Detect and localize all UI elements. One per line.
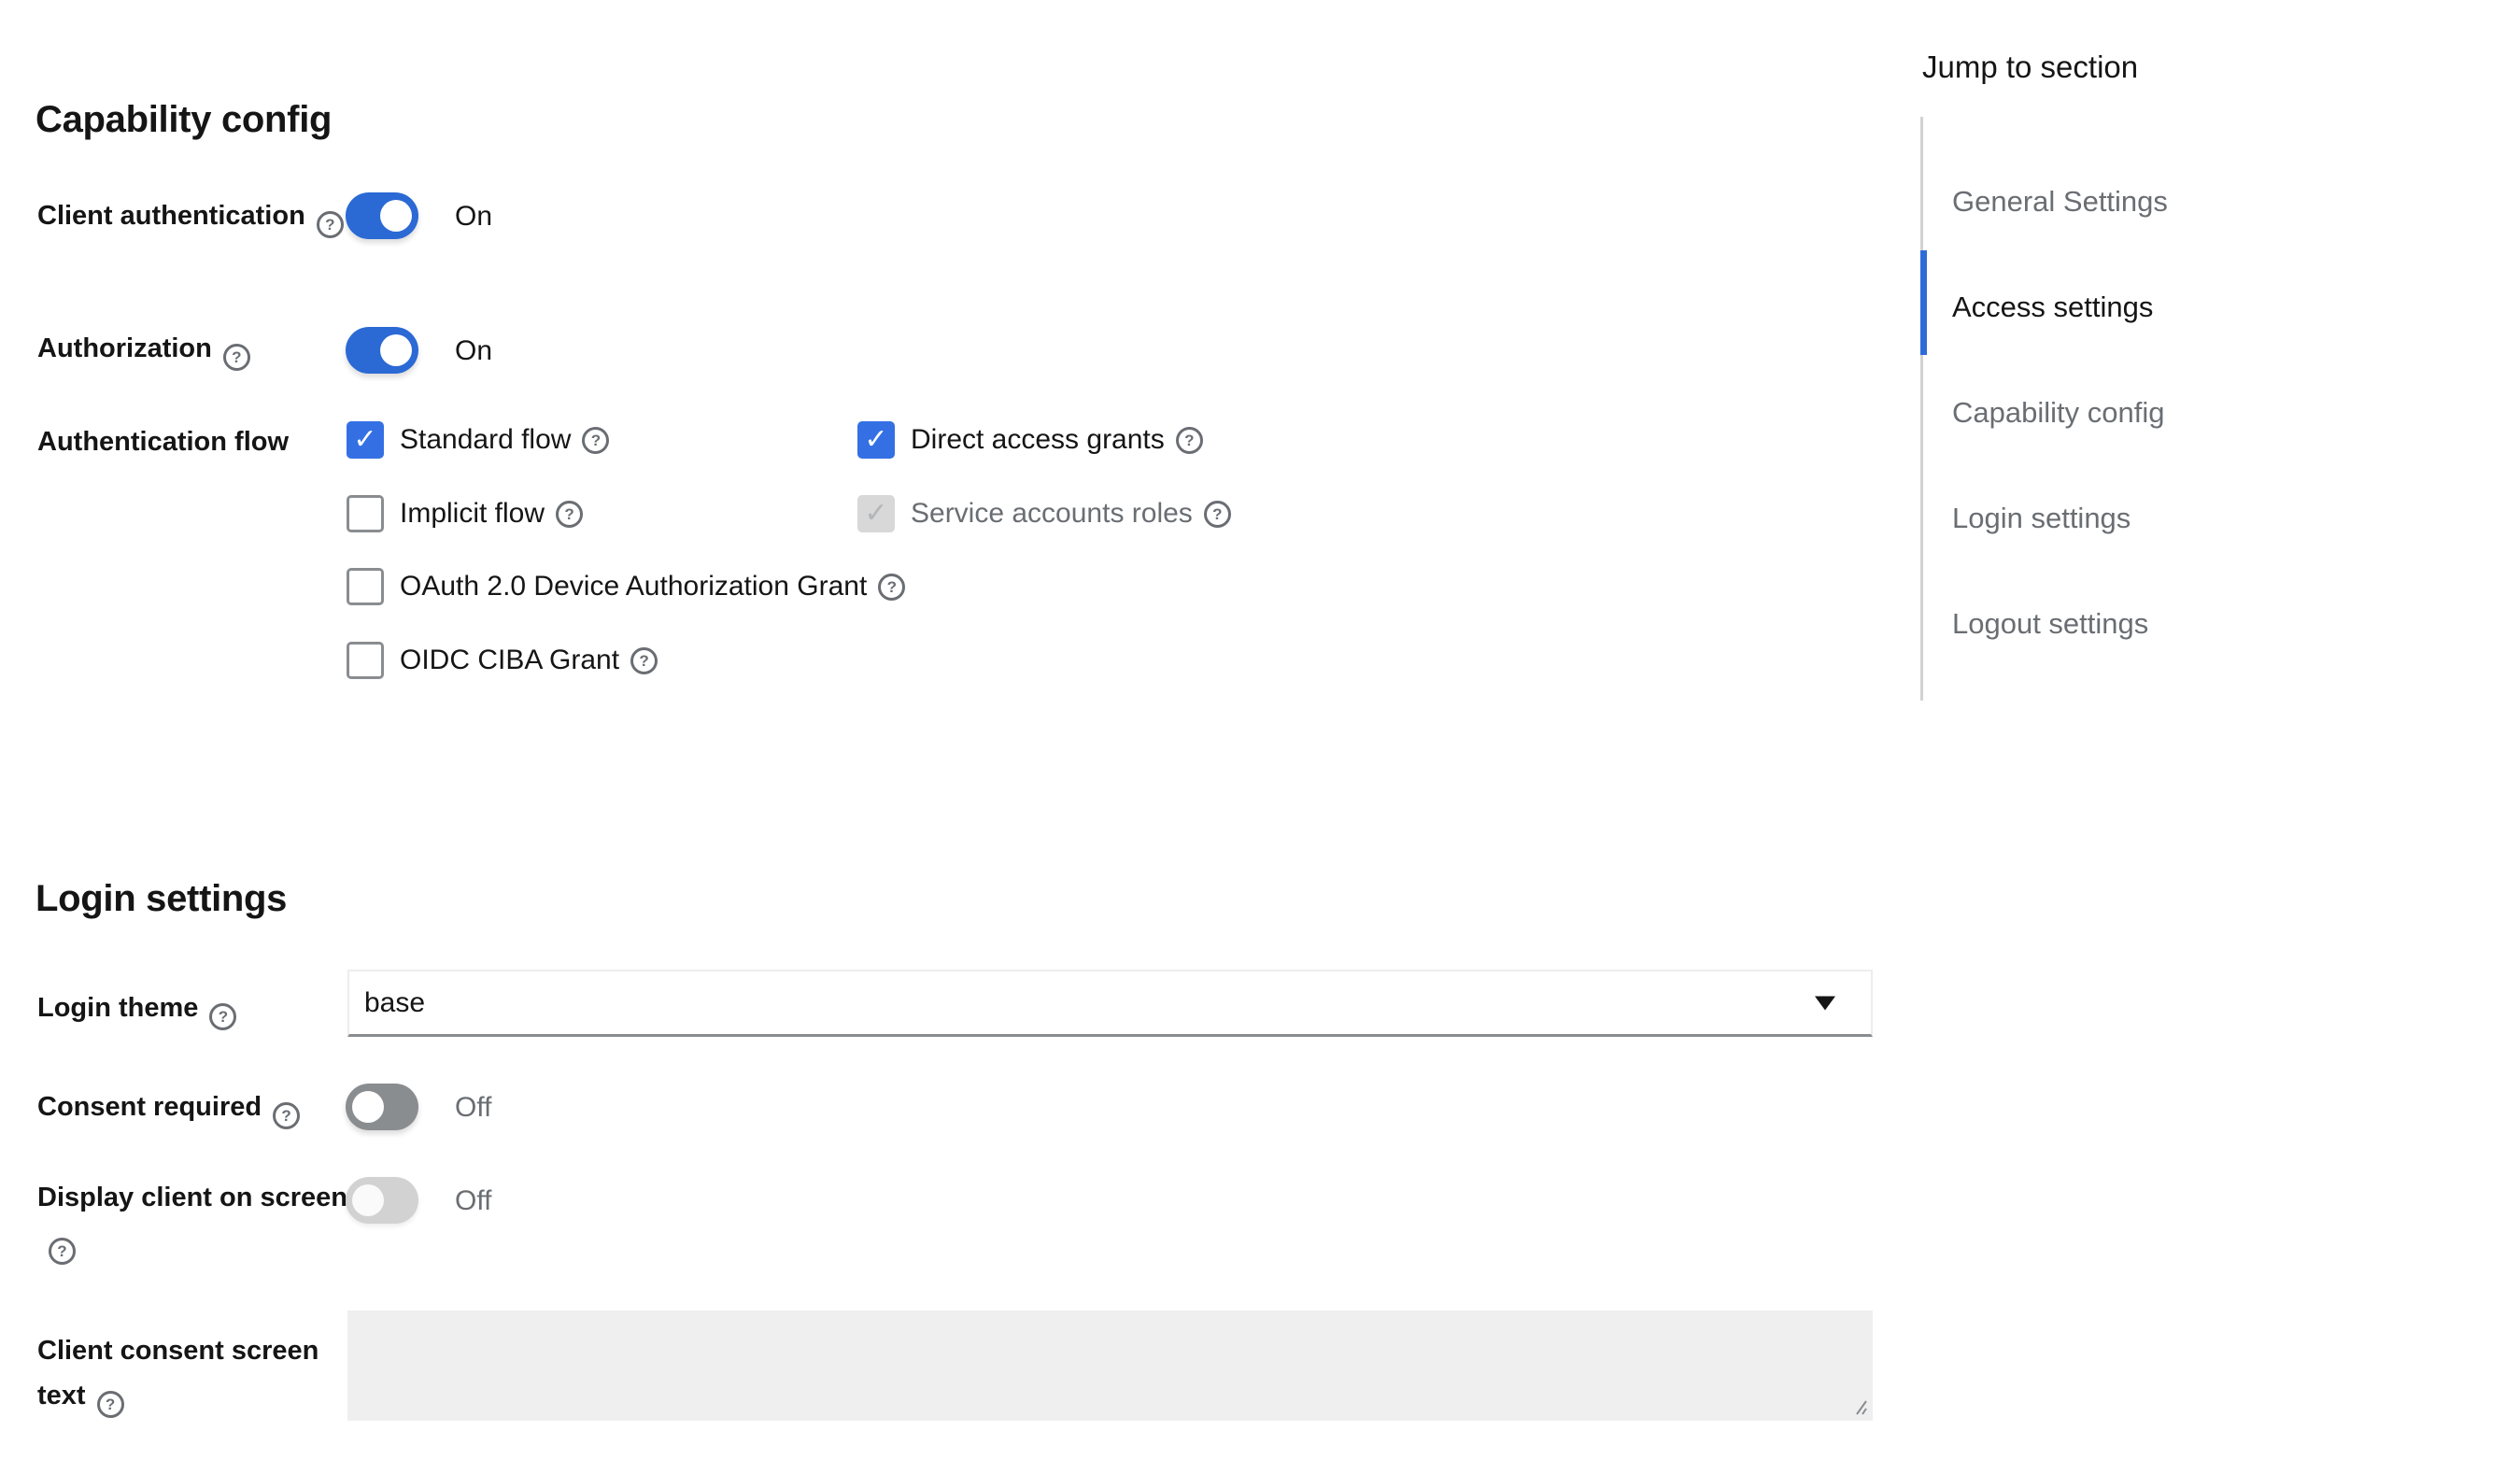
- sidebar-item-login-settings[interactable]: Login settings: [1952, 500, 2131, 537]
- standard-flow-checkbox[interactable]: [347, 421, 384, 459]
- consent-required-state: Off: [455, 1093, 491, 1123]
- checkbox-label[interactable]: OAuth 2.0 Device Authorization Grant: [400, 571, 867, 602]
- sidebar-item-general-settings[interactable]: General Settings: [1952, 183, 2168, 220]
- help-icon[interactable]: [223, 344, 250, 371]
- direct-access-grants-option: Direct access grants: [857, 421, 1203, 459]
- service-accounts-roles-checkbox: [857, 495, 895, 532]
- login-theme-selected-value: base: [364, 987, 425, 1019]
- service-accounts-roles-option: Service accounts roles: [857, 495, 1231, 532]
- resize-handle-icon: [1849, 1397, 1868, 1416]
- client-consent-screen-text-label: Client consent screen text: [37, 1328, 360, 1418]
- oauth-device-grant-checkbox[interactable]: [347, 568, 384, 605]
- client-authentication-label: Client authentication: [37, 194, 360, 238]
- standard-flow-option: Standard flow: [347, 421, 609, 459]
- help-icon[interactable]: [1204, 501, 1231, 528]
- oidc-ciba-grant-option: OIDC CIBA Grant: [347, 642, 658, 679]
- checkbox-label: Service accounts roles: [911, 498, 1193, 530]
- display-client-on-screen-label: Display client on screen: [37, 1175, 360, 1265]
- sidebar-rule: [1920, 117, 1923, 701]
- toggle-knob: [380, 334, 412, 366]
- help-icon[interactable]: [273, 1102, 300, 1129]
- help-icon[interactable]: [630, 647, 658, 674]
- consent-required-label: Consent required: [37, 1085, 360, 1129]
- toggle-knob: [352, 1184, 384, 1216]
- sidebar-item-capability-config[interactable]: Capability config: [1952, 394, 2164, 432]
- client-consent-screen-textarea: [347, 1311, 1873, 1421]
- client-authentication-state: On: [455, 202, 492, 232]
- help-icon[interactable]: [878, 574, 905, 601]
- authorization-label: Authorization: [37, 327, 360, 371]
- authentication-flow-label: Authentication flow: [37, 420, 360, 463]
- checkbox-label[interactable]: OIDC CIBA Grant: [400, 645, 619, 676]
- implicit-flow-option: Implicit flow: [347, 495, 583, 532]
- toggle-knob: [352, 1091, 384, 1123]
- direct-access-grants-checkbox[interactable]: [857, 421, 895, 459]
- display-client-on-screen-toggle: [346, 1177, 418, 1224]
- checkbox-label[interactable]: Direct access grants: [911, 424, 1165, 456]
- authorization-state: On: [455, 336, 492, 366]
- implicit-flow-checkbox[interactable]: [347, 495, 384, 532]
- help-icon[interactable]: [317, 211, 344, 238]
- consent-required-toggle[interactable]: [346, 1084, 418, 1130]
- login-theme-label: Login theme: [37, 986, 360, 1030]
- sidebar-item-access-settings[interactable]: Access settings: [1952, 289, 2153, 326]
- oauth-device-grant-option: OAuth 2.0 Device Authorization Grant: [347, 568, 905, 605]
- help-icon[interactable]: [209, 1003, 236, 1030]
- help-icon[interactable]: [1176, 427, 1203, 454]
- client-settings-page: Capability config Client authentication …: [0, 0, 2520, 1474]
- help-icon[interactable]: [582, 427, 609, 454]
- help-icon[interactable]: [49, 1238, 76, 1265]
- toggle-knob: [380, 200, 412, 232]
- checkbox-label[interactable]: Implicit flow: [400, 498, 545, 530]
- oidc-ciba-grant-checkbox[interactable]: [347, 642, 384, 679]
- authorization-toggle[interactable]: [346, 327, 418, 374]
- capability-config-section-title: Capability config: [35, 97, 332, 142]
- checkbox-label[interactable]: Standard flow: [400, 424, 571, 456]
- client-authentication-toggle[interactable]: [346, 192, 418, 239]
- jump-to-section-title: Jump to section: [1922, 49, 2138, 86]
- help-icon[interactable]: [97, 1391, 124, 1418]
- chevron-down-icon: [1815, 996, 1835, 1010]
- active-section-indicator: [1920, 250, 1927, 355]
- help-icon[interactable]: [556, 501, 583, 528]
- login-theme-select[interactable]: base: [347, 970, 1873, 1037]
- sidebar-item-logout-settings[interactable]: Logout settings: [1952, 605, 2148, 643]
- display-client-on-screen-state: Off: [455, 1186, 491, 1216]
- login-settings-section-title: Login settings: [35, 876, 287, 921]
